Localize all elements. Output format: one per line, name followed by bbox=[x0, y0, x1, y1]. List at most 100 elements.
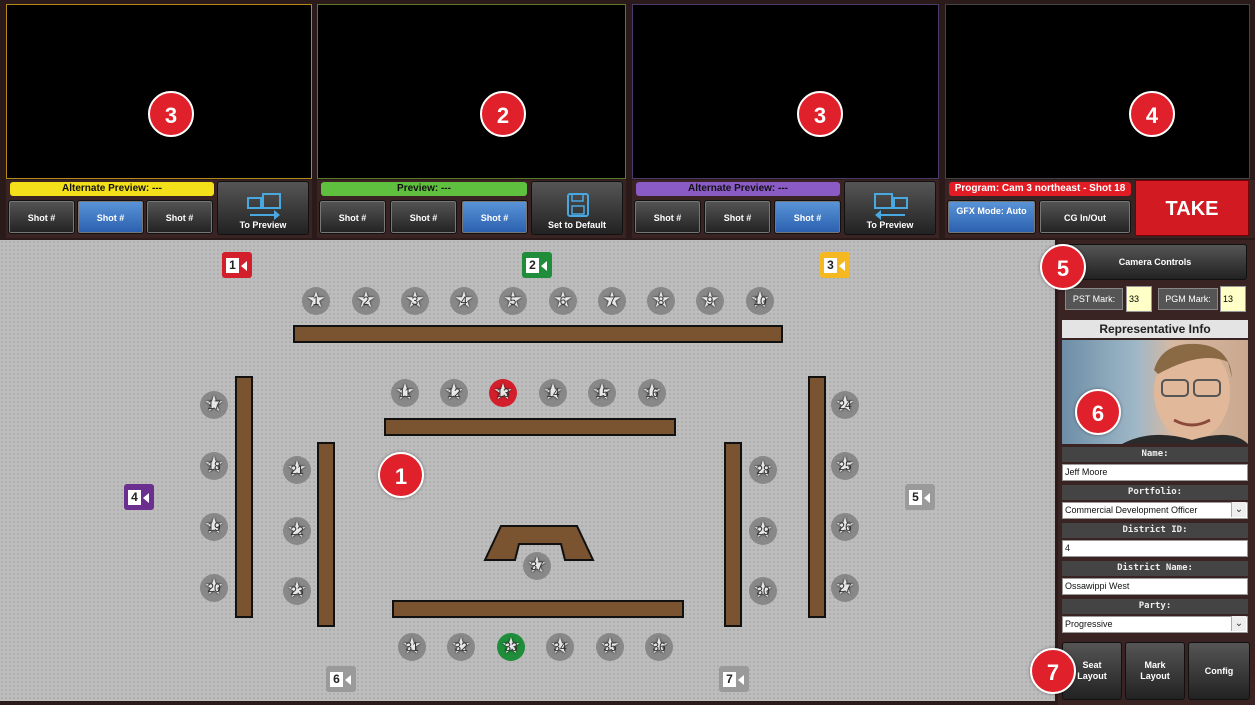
seat-17[interactable]: 17 bbox=[200, 390, 228, 419]
callout-badge-7: 7 bbox=[1030, 648, 1076, 694]
program-monitor[interactable] bbox=[945, 4, 1250, 179]
seat-37[interactable]: 37 bbox=[523, 551, 551, 580]
camera-marker-6[interactable]: 6 bbox=[326, 666, 356, 692]
alt-preview-1-banner: Alternate Preview: --- bbox=[10, 182, 214, 196]
table-left-inner bbox=[317, 442, 335, 627]
pst-mark-value[interactable]: 33 bbox=[1126, 286, 1152, 312]
alt2-shot-button-3[interactable]: Shot # bbox=[774, 200, 841, 234]
set-to-default-button[interactable]: Set to Default bbox=[531, 181, 623, 235]
seat-33[interactable]: 33 bbox=[497, 632, 525, 661]
preview-shot-button-3[interactable]: Shot # bbox=[461, 200, 528, 234]
alt2-shot-button-2[interactable]: Shot # bbox=[704, 200, 771, 234]
seat-15[interactable]: 15 bbox=[588, 378, 616, 407]
alternate-preview-monitor-1[interactable] bbox=[6, 4, 312, 179]
seat-8[interactable]: 8 bbox=[647, 286, 675, 315]
seat-31[interactable]: 31 bbox=[398, 632, 426, 661]
to-preview-icon bbox=[874, 193, 908, 220]
camera-marker-7[interactable]: 7 bbox=[719, 666, 749, 692]
callout-badge-5: 5 bbox=[1040, 244, 1086, 290]
seat-1[interactable]: 1 bbox=[302, 286, 330, 315]
callout-badge-6: 6 bbox=[1075, 389, 1121, 435]
party-dropdown[interactable]: Progressive bbox=[1062, 616, 1248, 633]
mark-layout-button[interactable]: Mark Layout bbox=[1125, 642, 1185, 700]
camera-icon bbox=[839, 260, 845, 271]
camera-marker-5[interactable]: 5 bbox=[905, 484, 935, 510]
preview-controls: Preview: --- Shot # Shot # Shot # Set to… bbox=[317, 180, 626, 238]
alt1-shot-button-3[interactable]: Shot # bbox=[146, 200, 213, 234]
seat-4[interactable]: 4 bbox=[450, 286, 478, 315]
district-id-field[interactable]: 4 bbox=[1062, 540, 1248, 557]
camera-marker-1[interactable]: 1 bbox=[222, 252, 252, 278]
seat-10[interactable]: 10 bbox=[746, 286, 774, 315]
alt2-to-preview-button[interactable]: To Preview bbox=[844, 181, 936, 235]
cg-in-out-button[interactable]: CG In/Out bbox=[1039, 200, 1131, 234]
seat-28[interactable]: 28 bbox=[749, 455, 777, 484]
seat-34[interactable]: 34 bbox=[546, 632, 574, 661]
seat-2[interactable]: 2 bbox=[352, 286, 380, 315]
seat-7[interactable]: 7 bbox=[598, 286, 626, 315]
camera-controls-button[interactable]: Camera Controls bbox=[1063, 244, 1247, 280]
seat-24[interactable]: 24 bbox=[831, 390, 859, 419]
district-name-label: District Name: bbox=[1062, 561, 1248, 576]
seat-5[interactable]: 5 bbox=[499, 286, 527, 315]
seat-9[interactable]: 9 bbox=[696, 286, 724, 315]
seat-6[interactable]: 6 bbox=[549, 286, 577, 315]
alt1-shot-button-2[interactable]: Shot # bbox=[77, 200, 144, 234]
seat-11[interactable]: 11 bbox=[391, 378, 419, 407]
alt2-shot-button-1[interactable]: Shot # bbox=[634, 200, 701, 234]
seat-21[interactable]: 21 bbox=[283, 455, 311, 484]
seat-number: 28 bbox=[756, 463, 770, 477]
seat-23[interactable]: 23 bbox=[283, 576, 311, 605]
camera-number: 4 bbox=[128, 490, 141, 506]
seat-14[interactable]: 14 bbox=[539, 378, 567, 407]
config-button[interactable]: Config bbox=[1188, 642, 1250, 700]
table-right-outer bbox=[808, 376, 826, 618]
alternate-preview-monitor-2[interactable] bbox=[632, 4, 939, 179]
portfolio-dropdown[interactable]: Commercial Development Officer bbox=[1062, 502, 1248, 519]
seat-number: 9 bbox=[706, 294, 714, 308]
seat-18[interactable]: 18 bbox=[200, 451, 228, 480]
seat-3[interactable]: 3 bbox=[401, 286, 429, 315]
preview-shot-button-2[interactable]: Shot # bbox=[390, 200, 457, 234]
callout-badge-3a: 3 bbox=[148, 91, 194, 137]
camera-marker-2[interactable]: 2 bbox=[522, 252, 552, 278]
seat-number: 27 bbox=[838, 581, 852, 595]
name-field[interactable]: Jeff Moore bbox=[1062, 464, 1248, 481]
seat-35[interactable]: 35 bbox=[596, 632, 624, 661]
preview-monitor[interactable] bbox=[317, 4, 626, 179]
side-panel: Camera Controls PST Mark: 33 PGM Mark: 1… bbox=[1058, 240, 1255, 705]
seat-27[interactable]: 27 bbox=[831, 573, 859, 602]
seat-19[interactable]: 19 bbox=[200, 512, 228, 541]
pgm-mark-label: PGM Mark: bbox=[1158, 288, 1218, 310]
seat-16[interactable]: 16 bbox=[638, 378, 666, 407]
seat-29[interactable]: 29 bbox=[749, 516, 777, 545]
pgm-mark-value[interactable]: 13 bbox=[1220, 286, 1246, 312]
seat-36[interactable]: 36 bbox=[645, 632, 673, 661]
alt1-shot-button-1[interactable]: Shot # bbox=[8, 200, 75, 234]
representative-info-header: Representative Info bbox=[1062, 320, 1248, 338]
camera-number: 6 bbox=[330, 672, 343, 688]
seat-number: 3 bbox=[411, 294, 419, 308]
camera-marker-3[interactable]: 3 bbox=[820, 252, 850, 278]
preview-shot-button-1[interactable]: Shot # bbox=[319, 200, 386, 234]
seat-20[interactable]: 20 bbox=[200, 573, 228, 602]
alt1-to-preview-button[interactable]: To Preview bbox=[217, 181, 309, 235]
seat-22[interactable]: 22 bbox=[283, 516, 311, 545]
table-bottom bbox=[392, 600, 684, 618]
production-app: 3 Alternate Preview: --- Shot # Shot # S… bbox=[0, 0, 1255, 705]
set-to-default-label: Set to Default bbox=[547, 220, 606, 230]
seat-26[interactable]: 26 bbox=[831, 512, 859, 541]
seat-number: 29 bbox=[756, 524, 770, 538]
gfx-mode-button[interactable]: GFX Mode: Auto bbox=[947, 200, 1036, 234]
camera-marker-4[interactable]: 4 bbox=[124, 484, 154, 510]
seat-number: 20 bbox=[207, 581, 221, 595]
seat-25[interactable]: 25 bbox=[831, 451, 859, 480]
camera-number: 7 bbox=[723, 672, 736, 688]
seat-number: 4 bbox=[460, 294, 468, 308]
seat-32[interactable]: 32 bbox=[447, 632, 475, 661]
seat-12[interactable]: 12 bbox=[440, 378, 468, 407]
take-button[interactable]: TAKE bbox=[1135, 180, 1249, 236]
seat-30[interactable]: 30 bbox=[749, 576, 777, 605]
district-name-field[interactable]: Ossawippi West bbox=[1062, 578, 1248, 595]
seat-13[interactable]: 13 bbox=[489, 378, 517, 407]
